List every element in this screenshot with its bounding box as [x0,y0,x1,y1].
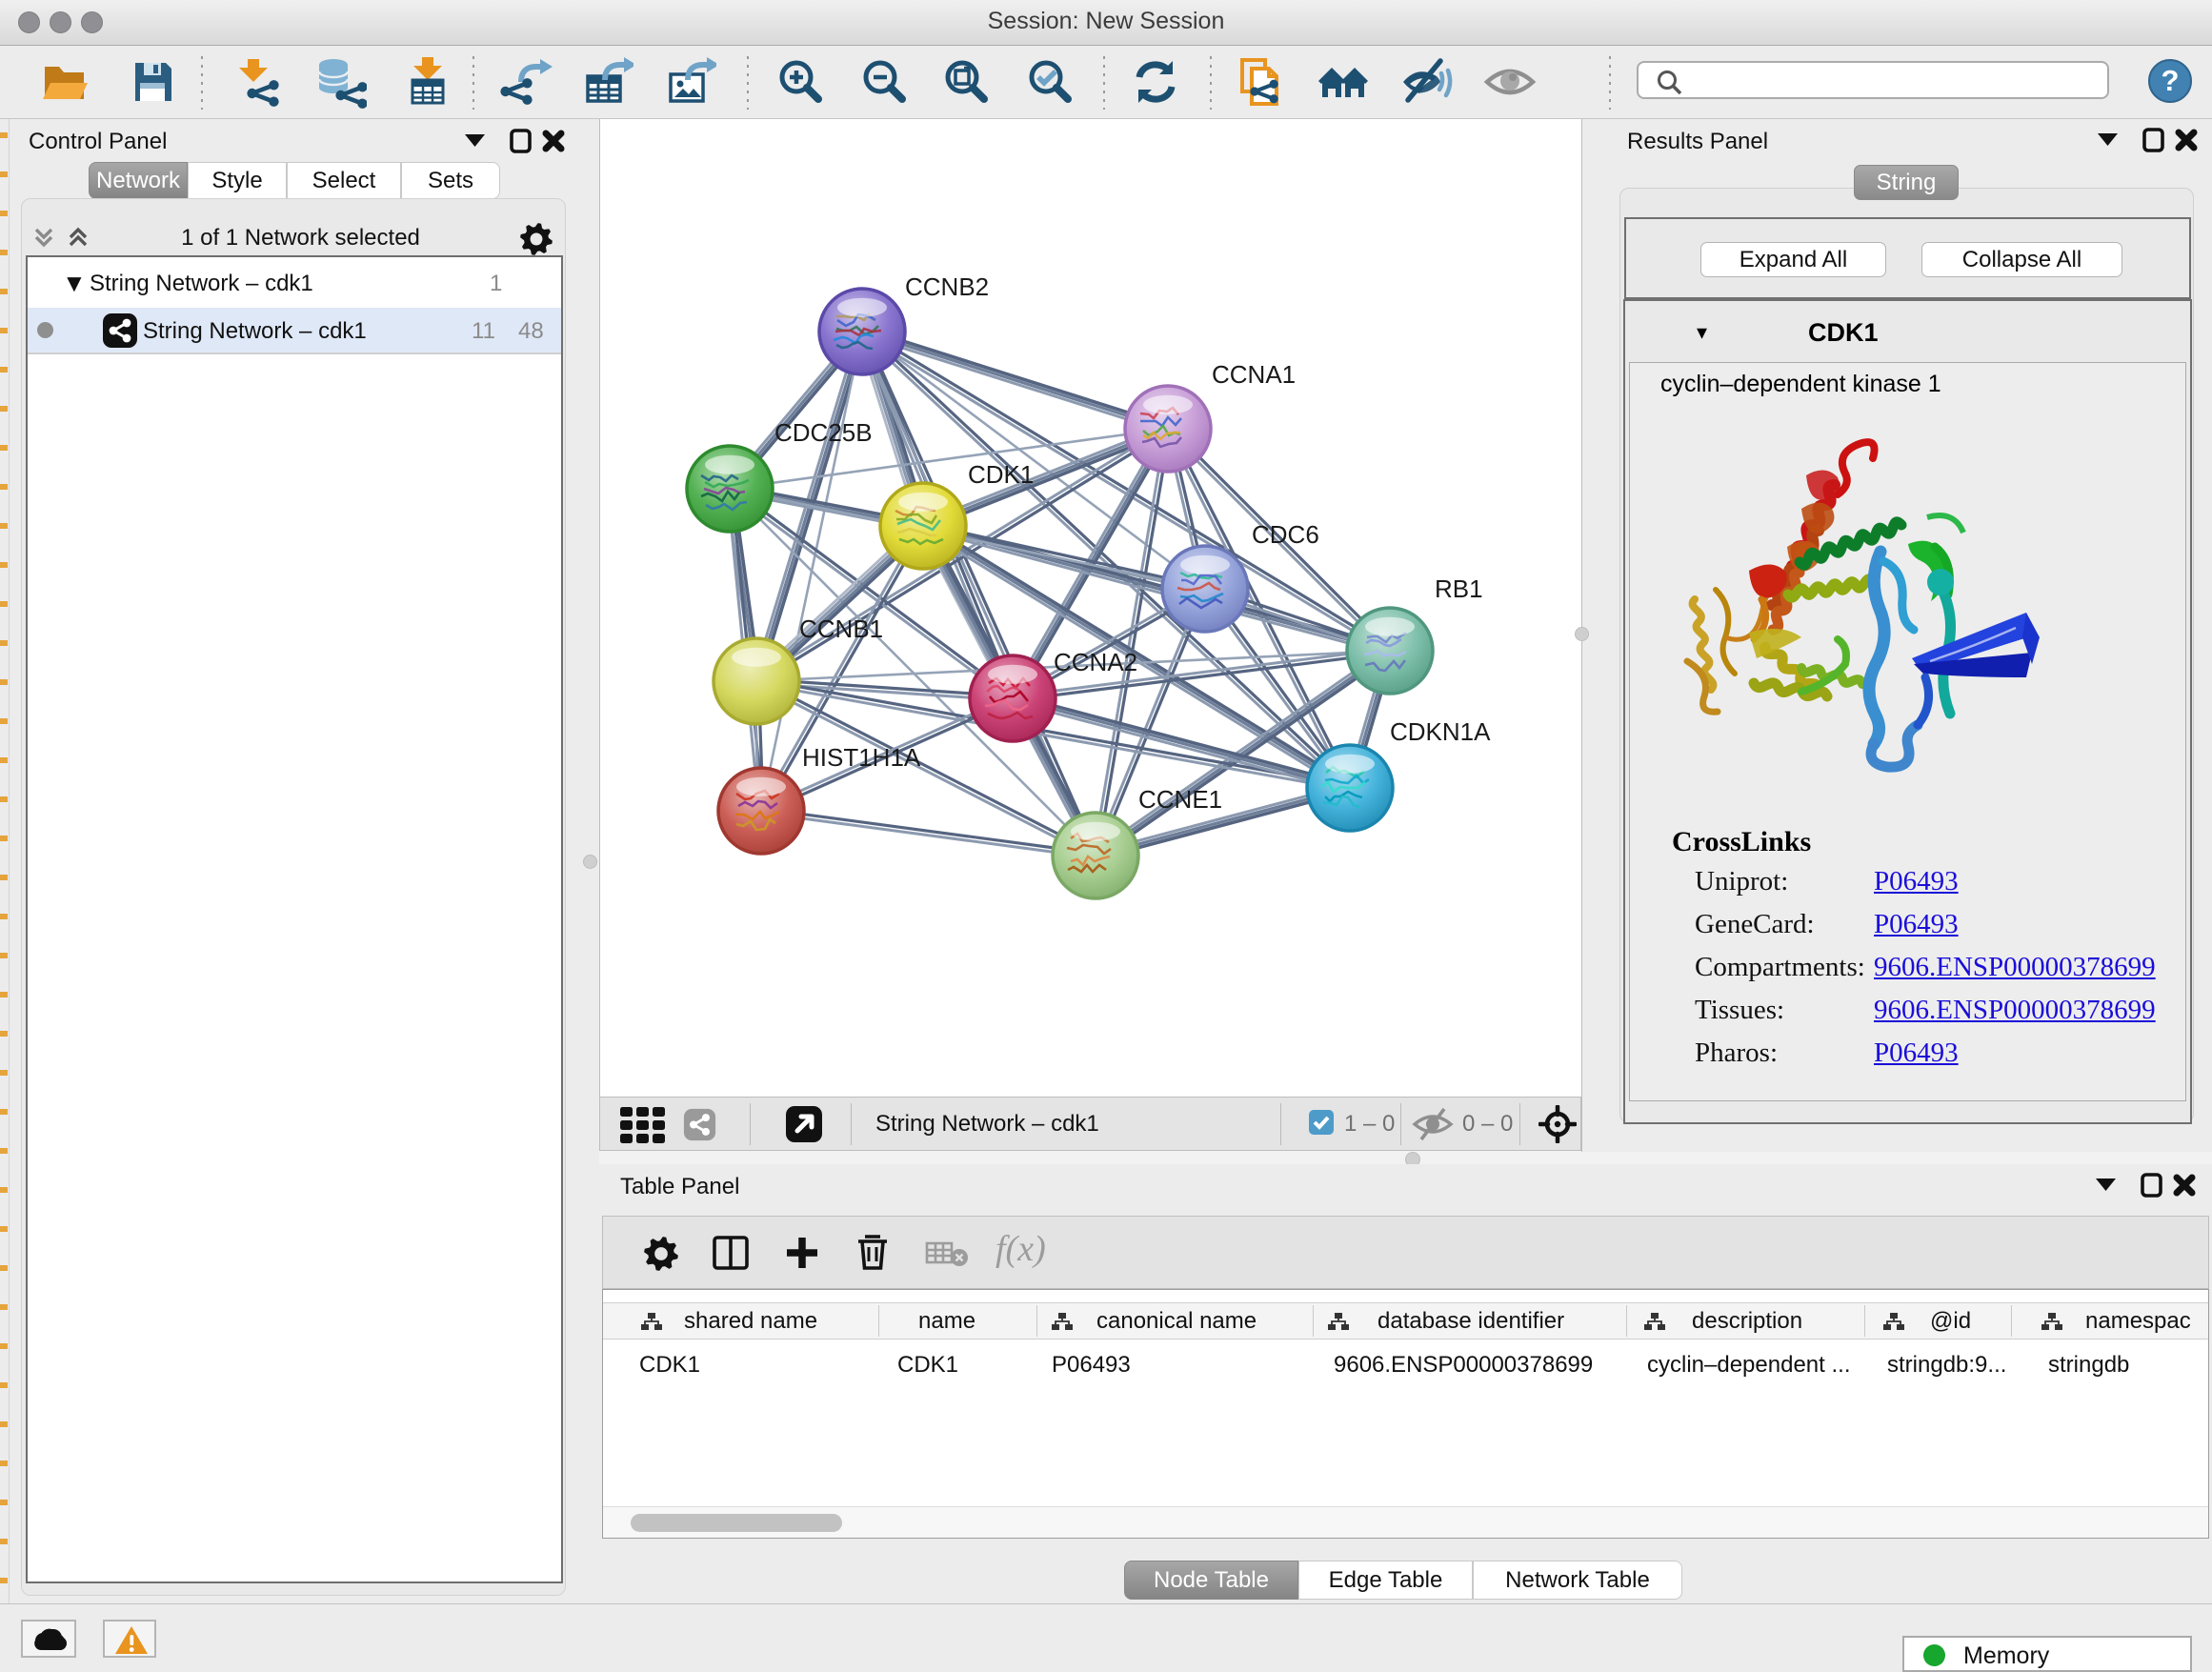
svg-text:CDKN1A: CDKN1A [1390,717,1491,746]
svg-text:HIST1H1A: HIST1H1A [802,743,921,772]
svg-text:CCNA2: CCNA2 [1054,648,1137,676]
svg-text:CCNB1: CCNB1 [799,614,883,643]
svg-text:CCNA1: CCNA1 [1212,360,1296,389]
svg-text:?: ? [2162,64,2180,97]
svg-text:CDC6: CDC6 [1252,520,1319,549]
svg-text:RB1: RB1 [1435,574,1483,603]
svg-text:CCNB2: CCNB2 [905,272,989,301]
svg-text:CDC25B: CDC25B [774,418,873,447]
svg-text:CCNE1: CCNE1 [1138,785,1222,814]
svg-text:CDK1: CDK1 [968,460,1034,489]
